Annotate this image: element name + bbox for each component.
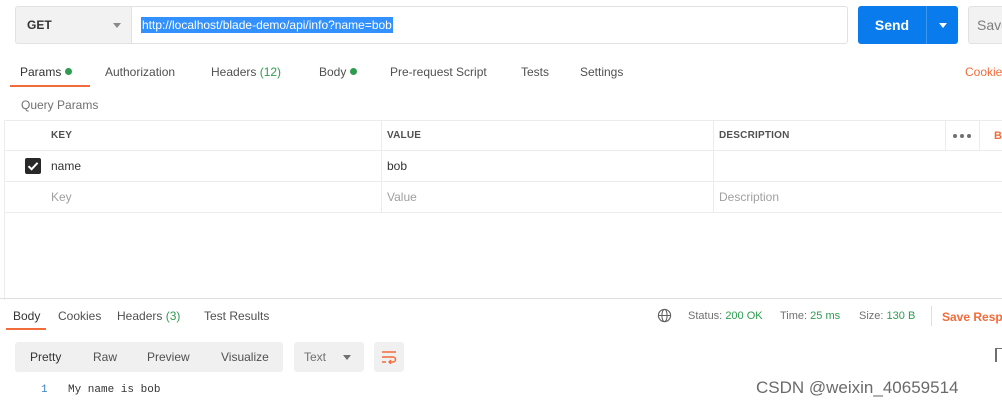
query-params-title: Query Params (21, 98, 99, 112)
format-pretty-button[interactable]: Pretty (30, 350, 61, 364)
tab-settings[interactable]: Settings (580, 65, 623, 79)
response-tab-test-results[interactable]: Test Results (204, 309, 269, 323)
send-options-button[interactable] (927, 22, 958, 28)
method-select[interactable]: GET (15, 6, 131, 44)
table-row: name bob (4, 151, 1002, 182)
time-label: Time: (780, 310, 808, 322)
method-value: GET (27, 18, 52, 32)
more-horizontal-icon (953, 133, 971, 138)
param-enabled-checkbox[interactable] (25, 158, 41, 174)
tab-tests-label: Tests (521, 65, 550, 79)
tab-params-label: Params (20, 65, 62, 79)
param-value-cell[interactable]: bob (381, 151, 713, 181)
size-info: Size: 130 B (859, 310, 915, 322)
watermark: CSDN @weixin_40659514 (756, 378, 959, 397)
tab-headers[interactable]: Headers (12) (211, 65, 281, 79)
new-value-input[interactable]: Value (381, 182, 713, 212)
tab-authorization-label: Authorization (105, 65, 176, 79)
status-info: Status: 200 OK (688, 310, 763, 322)
url-input[interactable]: http://localhost/blade-demo/api/info?nam… (131, 6, 848, 44)
response-body-text: My name is bob (68, 384, 161, 396)
new-key-input[interactable]: Key (45, 182, 381, 212)
pane-divider[interactable] (0, 298, 1002, 299)
response-tab-body-label: Body (13, 309, 41, 323)
format-raw-button[interactable]: Raw (93, 350, 117, 364)
save-button[interactable]: Save (968, 6, 1002, 44)
tab-params[interactable]: Params (20, 65, 73, 79)
response-tab-test-results-label: Test Results (204, 309, 270, 323)
param-key-cell[interactable]: name (45, 151, 381, 181)
language-select[interactable]: Text (294, 342, 364, 372)
send-button-label: Send (874, 17, 910, 33)
save-button-label: Save (977, 17, 1002, 33)
status-value[interactable]: 200 OK (725, 310, 762, 322)
chevron-down-icon (938, 22, 947, 28)
response-tab-cookies[interactable]: Cookies (58, 309, 101, 323)
param-description-cell[interactable] (713, 151, 945, 181)
tab-settings-label: Settings (580, 65, 624, 79)
size-value[interactable]: 130 B (887, 310, 916, 322)
status-label: Status: (688, 310, 723, 322)
language-value: Text (304, 350, 327, 364)
response-tab-headers-count: (3) (165, 309, 181, 323)
response-tab-body[interactable]: Body (13, 309, 40, 323)
wrap-lines-button[interactable] (374, 342, 404, 372)
status-dot-icon (65, 68, 73, 75)
column-header-description: DESCRIPTION (719, 130, 790, 141)
response-tab-headers[interactable]: Headers (3) (117, 309, 180, 323)
tab-pre-request-script[interactable]: Pre-request Script (390, 65, 487, 79)
send-button[interactable]: Send (858, 6, 958, 44)
active-tab-indicator (6, 328, 46, 330)
line-number: 1 (41, 384, 48, 396)
globe-icon[interactable] (657, 308, 672, 323)
time-value[interactable]: 25 ms (810, 310, 840, 322)
table-header: KEY VALUE DESCRIPTION Bulk Edit (4, 120, 1002, 151)
tab-pre-request-script-label: Pre-request Script (390, 65, 487, 79)
response-code-line: 1 My name is bob (0, 384, 600, 400)
column-header-key: KEY (51, 130, 73, 141)
size-label: Size: (859, 310, 884, 322)
response-tab-cookies-label: Cookies (58, 309, 102, 323)
new-description-input[interactable]: Description (713, 182, 945, 212)
tab-authorization[interactable]: Authorization (105, 65, 175, 79)
response-tab-headers-label: Headers (117, 309, 163, 323)
save-response-button[interactable]: Save Response (942, 310, 1002, 324)
tab-tests[interactable]: Tests (521, 65, 549, 79)
checkmark-icon (27, 162, 39, 171)
bulk-edit-link[interactable]: Bulk Edit (988, 121, 1002, 150)
more-options-button[interactable] (945, 121, 979, 150)
status-dot-icon (350, 68, 358, 75)
tab-body[interactable]: Body (319, 65, 358, 79)
request-tabs: Params Authorization Headers (12) Body P… (0, 58, 1002, 88)
format-visualize-button[interactable]: Visualize (221, 350, 269, 364)
divider (931, 306, 932, 326)
response-tabs: Body Cookies Headers (3) Test Results (0, 300, 1002, 330)
url-text: http://localhost/blade-demo/api/info?nam… (141, 17, 393, 33)
copy-icon[interactable] (995, 348, 1002, 362)
format-toggle-group: Pretty Raw Preview Visualize (15, 342, 283, 372)
wrap-icon (382, 351, 397, 364)
cookies-link[interactable]: Cookies (965, 65, 1002, 79)
tab-headers-count: (12) (259, 65, 282, 79)
active-tab-indicator (10, 85, 90, 87)
tab-headers-label: Headers (211, 65, 257, 79)
tab-body-label: Body (319, 65, 347, 79)
format-preview-button[interactable]: Preview (147, 350, 190, 364)
request-bar: GET http://localhost/blade-demo/api/info… (0, 0, 1002, 50)
time-info: Time: 25 ms (780, 310, 840, 322)
chevron-down-icon (113, 23, 121, 28)
bulk-edit-label: Bulk Edit (994, 129, 1002, 142)
column-header-value: VALUE (387, 130, 422, 141)
chevron-down-icon (343, 355, 351, 360)
table-row-new: Key Value Description (4, 182, 1002, 213)
